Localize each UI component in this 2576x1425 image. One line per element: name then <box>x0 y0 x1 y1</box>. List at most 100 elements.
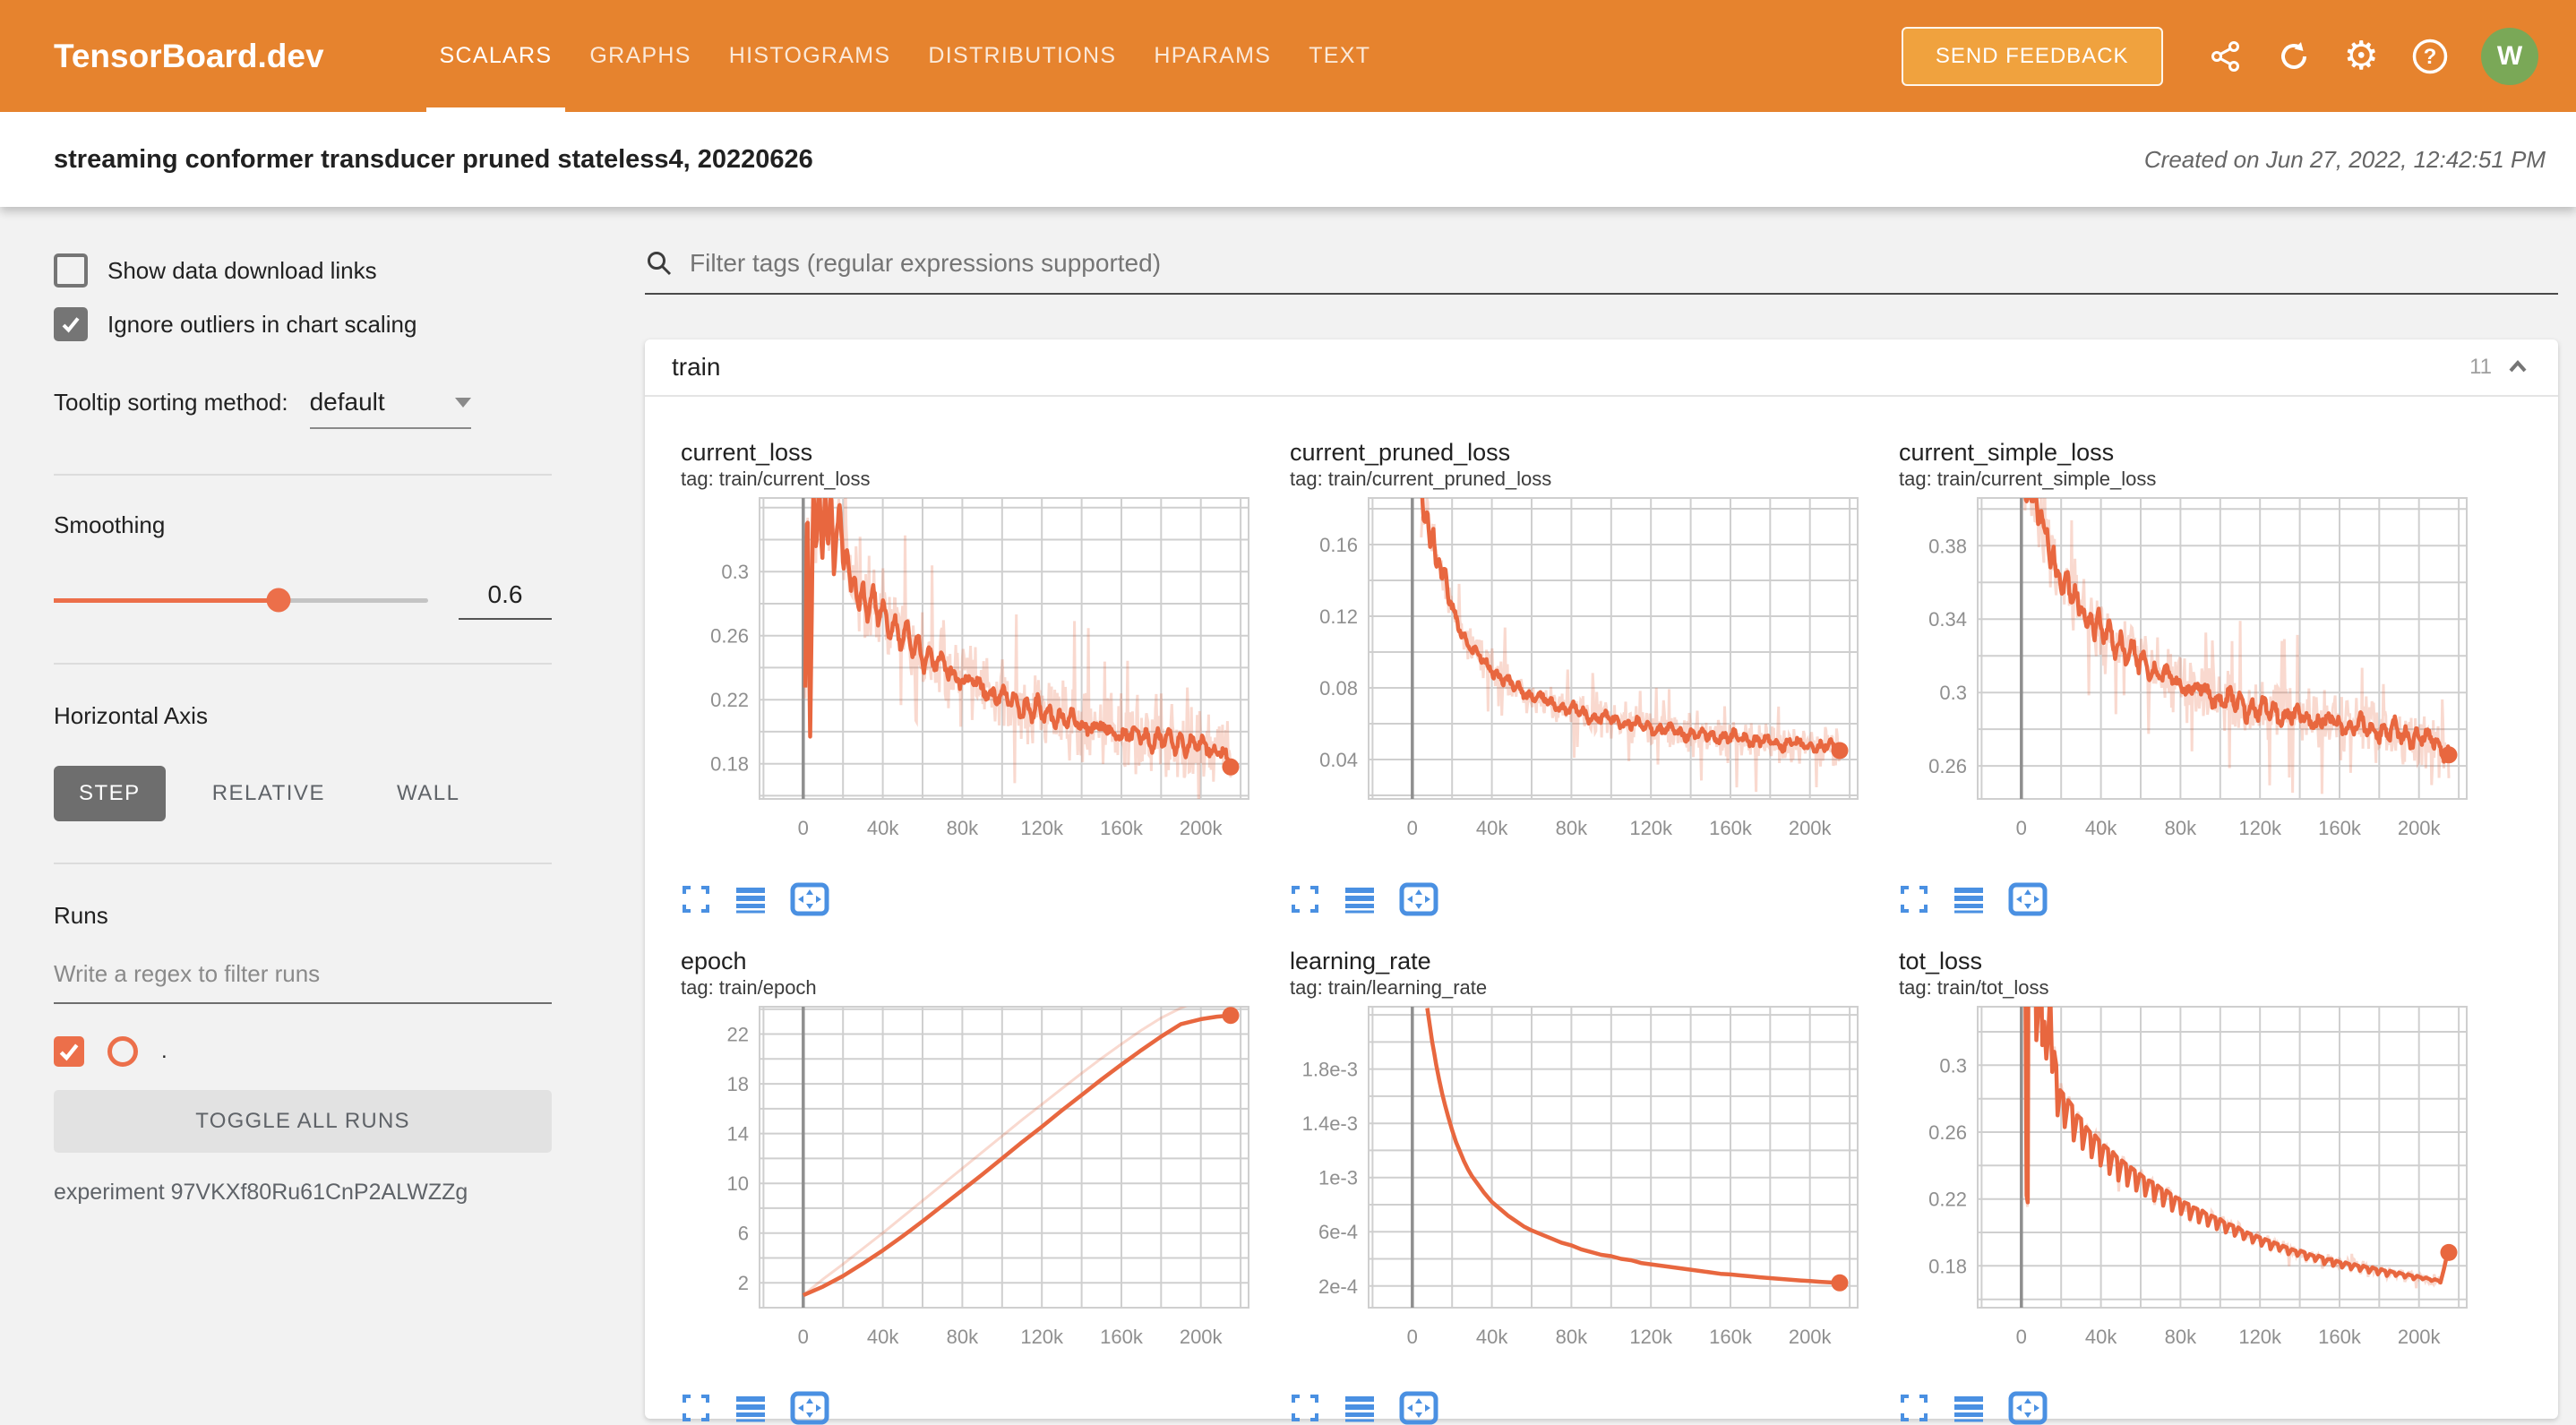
expand-chart-icon[interactable] <box>681 1393 711 1423</box>
run-name: . <box>161 1039 167 1064</box>
line-chart[interactable]: 040k80k120k160k200k1.8e-31.4e-31e-36e-42… <box>1290 1003 1899 1384</box>
svg-text:?: ? <box>2424 45 2437 69</box>
help-icon[interactable]: ? <box>2411 38 2449 75</box>
chart-tag: tag: train/learning_rate <box>1290 976 1899 1003</box>
runs-filter-input[interactable] <box>54 951 552 1004</box>
horizontal-axis-label: Horizontal Axis <box>54 702 552 730</box>
chart-title: epoch <box>681 946 1290 976</box>
svg-text:120k: 120k <box>1020 1326 1064 1348</box>
expand-chart-icon[interactable] <box>1290 1393 1320 1423</box>
fit-domain-icon[interactable] <box>2008 882 2048 916</box>
data-lines-icon[interactable] <box>1344 885 1376 914</box>
fit-domain-icon[interactable] <box>790 882 829 916</box>
chart-title: tot_loss <box>1899 946 2508 976</box>
chart-actions <box>681 1391 1290 1425</box>
tab-hparams[interactable]: HPARAMS <box>1135 0 1290 112</box>
run-row[interactable]: . <box>54 1036 552 1067</box>
expand-chart-icon[interactable] <box>1899 1393 1929 1423</box>
svg-text:160k: 160k <box>1709 817 1753 839</box>
chart-title: learning_rate <box>1290 946 1899 976</box>
fit-domain-icon[interactable] <box>1399 882 1438 916</box>
svg-text:40k: 40k <box>867 1326 899 1348</box>
fit-domain-icon[interactable] <box>790 1391 829 1425</box>
tab-graphs[interactable]: GRAPHS <box>571 0 709 112</box>
refresh-icon[interactable] <box>2276 39 2312 74</box>
search-icon <box>645 249 674 278</box>
svg-text:0: 0 <box>798 817 809 839</box>
svg-text:80k: 80k <box>1556 1326 1588 1348</box>
send-feedback-button[interactable]: SEND FEEDBACK <box>1902 27 2163 86</box>
tab-histograms[interactable]: HISTOGRAMS <box>710 0 910 112</box>
tab-distributions[interactable]: DISTRIBUTIONS <box>909 0 1135 112</box>
axis-option-relative[interactable]: RELATIVE <box>187 766 350 821</box>
line-chart[interactable]: 040k80k120k160k200k2218141062 <box>681 1003 1290 1384</box>
line-chart[interactable]: 040k80k120k160k200k0.30.260.220.18 <box>1899 1003 2508 1384</box>
tab-text[interactable]: TEXT <box>1290 0 1389 112</box>
chevron-down-icon <box>455 398 471 408</box>
tooltip-sorting-select[interactable]: default <box>310 388 471 429</box>
avatar[interactable]: W <box>2481 28 2538 85</box>
svg-text:0.3: 0.3 <box>1939 1054 1967 1077</box>
line-chart[interactable]: 040k80k120k160k200k0.380.340.30.26 <box>1899 494 2508 875</box>
settings-sidebar: Show data download links Ignore outliers… <box>0 207 591 1410</box>
tag-filter-input[interactable] <box>688 248 2558 279</box>
expand-chart-icon[interactable] <box>1290 884 1320 914</box>
svg-text:0: 0 <box>1407 1326 1418 1348</box>
experiment-titlebar: streaming conformer transducer pruned st… <box>0 112 2576 207</box>
train-section-header[interactable]: train 11 <box>645 339 2558 397</box>
expand-chart-icon[interactable] <box>1899 884 1929 914</box>
fit-domain-icon[interactable] <box>1399 1391 1438 1425</box>
svg-text:0.3: 0.3 <box>1939 682 1967 704</box>
svg-text:6: 6 <box>738 1223 749 1245</box>
svg-text:0.12: 0.12 <box>1319 605 1358 628</box>
svg-text:6e-4: 6e-4 <box>1318 1221 1358 1243</box>
share-icon[interactable] <box>2208 39 2244 74</box>
tab-scalars[interactable]: SCALARS <box>421 0 571 112</box>
svg-text:0: 0 <box>2016 1326 2027 1348</box>
data-lines-icon[interactable] <box>1344 1394 1376 1422</box>
chart-tag: tag: train/current_pruned_loss <box>1290 468 1899 494</box>
run-checkbox[interactable] <box>54 1036 84 1067</box>
axis-option-step[interactable]: STEP <box>54 766 166 821</box>
line-chart[interactable]: 040k80k120k160k200k0.30.260.220.18 <box>681 494 1290 875</box>
header-actions: SEND FEEDBACK ⚙ ? <box>1902 27 2576 86</box>
dashboard-main: train 11 current_loss tag: train/current… <box>591 207 2576 1410</box>
data-lines-icon[interactable] <box>734 885 767 914</box>
chart-actions <box>1290 882 1899 916</box>
charts-grid: current_loss tag: train/current_loss 040… <box>645 397 2558 1419</box>
checkbox-icon[interactable] <box>54 307 88 341</box>
data-lines-icon[interactable] <box>1953 1394 1985 1422</box>
expand-chart-icon[interactable] <box>681 884 711 914</box>
svg-text:40k: 40k <box>2085 1326 2117 1348</box>
smoothing-value-input[interactable]: 0.6 <box>459 580 552 620</box>
ignore-outliers-row[interactable]: Ignore outliers in chart scaling <box>54 307 552 341</box>
horizontal-axis-options: STEP RELATIVE WALL <box>54 766 552 821</box>
svg-text:200k: 200k <box>1180 817 1224 839</box>
svg-text:0.26: 0.26 <box>1928 755 1967 777</box>
show-download-links-row[interactable]: Show data download links <box>54 253 552 288</box>
line-chart[interactable]: 040k80k120k160k200k0.160.120.080.04 <box>1290 494 1899 875</box>
checkbox-icon[interactable] <box>54 253 88 288</box>
scalar-chart-card: current_simple_loss tag: train/current_s… <box>1899 437 2508 910</box>
svg-text:0: 0 <box>798 1326 809 1348</box>
svg-text:40k: 40k <box>1476 1326 1508 1348</box>
svg-text:0: 0 <box>2016 817 2027 839</box>
app-logo: TensorBoard.dev <box>54 38 324 75</box>
fit-domain-icon[interactable] <box>2008 1391 2048 1425</box>
svg-text:80k: 80k <box>1556 817 1588 839</box>
svg-text:0.16: 0.16 <box>1319 534 1358 556</box>
svg-text:2e-4: 2e-4 <box>1318 1275 1358 1298</box>
collapse-chevron-up-icon[interactable] <box>2504 354 2531 381</box>
slider-thumb[interactable] <box>266 588 290 613</box>
svg-text:1e-3: 1e-3 <box>1318 1167 1358 1189</box>
svg-text:80k: 80k <box>947 1326 979 1348</box>
toggle-all-runs-button[interactable]: TOGGLE ALL RUNS <box>54 1090 552 1153</box>
data-lines-icon[interactable] <box>734 1394 767 1422</box>
scalar-chart-card: current_loss tag: train/current_loss 040… <box>681 437 1290 910</box>
settings-gear-icon[interactable]: ⚙ <box>2344 39 2379 74</box>
smoothing-slider[interactable] <box>54 598 428 603</box>
tooltip-sorting-row: Tooltip sorting method: default <box>54 388 552 429</box>
axis-option-wall[interactable]: WALL <box>372 766 485 821</box>
svg-text:0.38: 0.38 <box>1928 535 1967 557</box>
data-lines-icon[interactable] <box>1953 885 1985 914</box>
